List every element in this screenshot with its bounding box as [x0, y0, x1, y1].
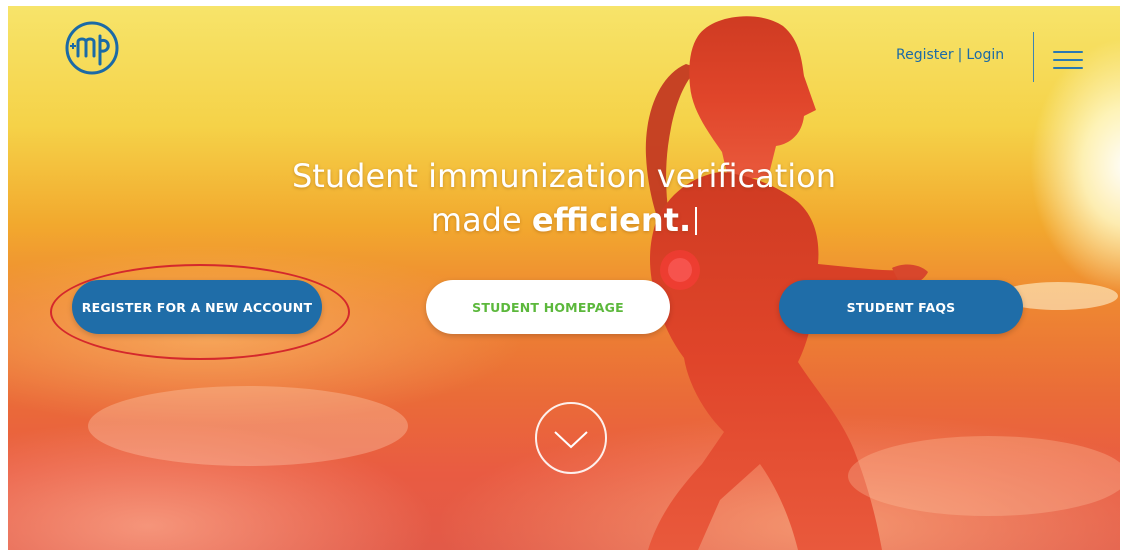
auth-separator: |: [957, 47, 963, 63]
mp-circle-logo[interactable]: [64, 20, 120, 76]
hero-section: Register | Login Student immunization veri…: [8, 6, 1120, 550]
headline-line-1: Student immunization verification: [291, 157, 837, 195]
student-faqs-button[interactable]: STUDENT FAQS: [779, 280, 1023, 334]
headline-prefix: made: [430, 201, 522, 239]
menu-line: [1053, 59, 1083, 61]
headline-line-2: made efficient.: [8, 198, 1120, 242]
nav-divider: [1033, 32, 1034, 82]
headline-emphasis: efficient.: [531, 201, 692, 239]
typing-caret: [695, 207, 698, 235]
login-link[interactable]: Login: [966, 47, 1004, 63]
auth-links: Register | Login: [896, 47, 1004, 63]
chevron-down-icon: [554, 431, 588, 449]
top-navigation: Register | Login: [8, 6, 1120, 96]
hamburger-menu-icon[interactable]: [1053, 51, 1083, 75]
menu-line: [1053, 51, 1083, 53]
hero-headline: Student immunization verification made e…: [8, 154, 1120, 242]
menu-line: [1053, 67, 1083, 69]
chevron-down-circle-icon[interactable]: [535, 402, 607, 474]
register-new-account-button[interactable]: REGISTER FOR A NEW ACCOUNT: [72, 280, 322, 334]
register-link[interactable]: Register: [896, 47, 954, 63]
student-homepage-button[interactable]: STUDENT HOMEPAGE: [426, 280, 670, 334]
